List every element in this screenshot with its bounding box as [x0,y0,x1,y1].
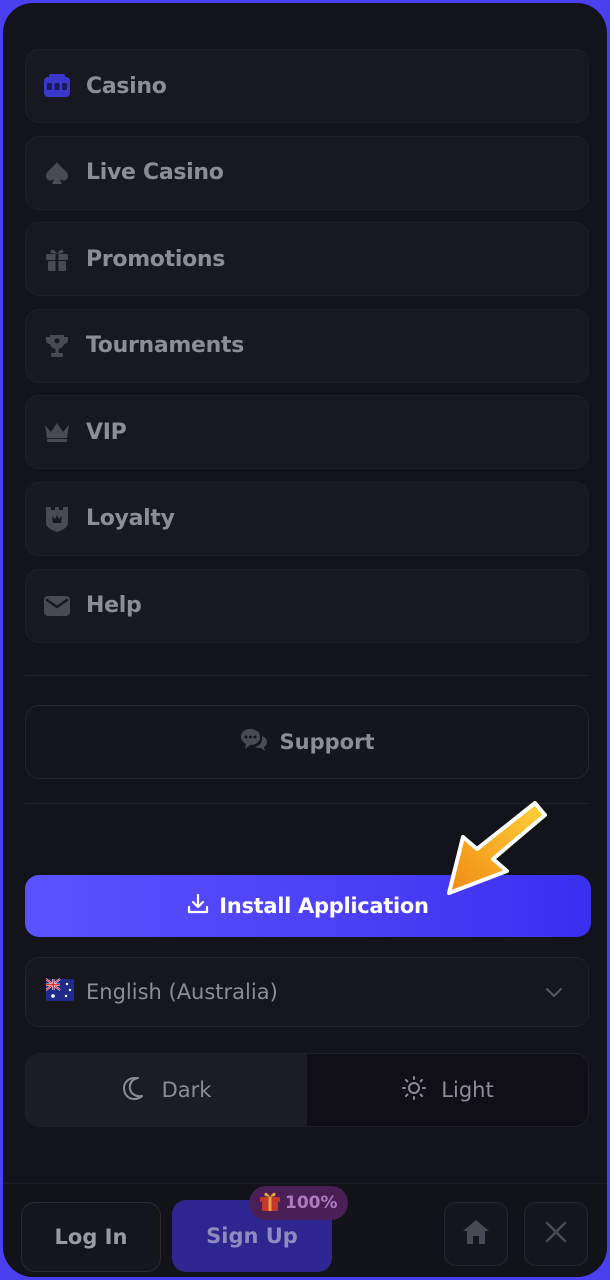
language-label: English (Australia) [86,980,278,1004]
trophy-icon [42,331,72,361]
theme-light-label: Light [441,1078,494,1102]
support-label: Support [279,730,375,754]
menu-item-label: Casino [86,73,167,99]
bonus-badge: 100% [249,1186,348,1220]
menu-item-help[interactable]: Help [25,568,589,643]
theme-light-option[interactable]: Light [307,1054,588,1126]
menu-item-loyalty[interactable]: Loyalty [25,481,589,556]
theme-dark-option[interactable]: Dark [26,1054,307,1126]
theme-dark-label: Dark [161,1078,212,1102]
menu-item-label: Tournaments [86,333,245,359]
log-in-button[interactable]: Log In [21,1202,161,1272]
home-icon [461,1218,491,1250]
spade-icon [42,158,72,188]
menu-item-promotions[interactable]: Promotions [25,222,589,297]
menu-item-live-casino[interactable]: Live Casino [25,135,589,210]
slot-machine-icon [42,71,72,101]
castle-badge-icon [42,504,72,534]
gift-icon [259,1190,281,1216]
close-icon [543,1219,569,1249]
menu-item-label: Live Casino [86,160,224,186]
sign-up-label: Sign Up [206,1224,298,1248]
home-button[interactable] [444,1202,508,1266]
envelope-icon [42,591,72,621]
menu-item-vip[interactable]: VIP [25,395,589,470]
close-button[interactable] [524,1202,588,1266]
download-icon [187,893,209,919]
menu-item-label: Loyalty [86,506,175,532]
menu-item-label: Help [86,593,142,619]
chat-bubbles-icon [240,727,268,757]
crown-icon [42,417,72,447]
log-in-label: Log In [54,1225,128,1249]
chevron-down-icon [544,984,564,1003]
menu-item-tournaments[interactable]: Tournaments [25,308,589,383]
bottom-bar: Log In Sign Up 100% [3,1183,607,1277]
menu-item-label: Promotions [86,246,226,272]
sun-icon [401,1075,427,1105]
moon-icon [122,1075,148,1105]
pointer-arrow-icon [441,797,553,905]
menu-item-label: VIP [86,419,127,445]
divider [25,675,589,676]
mobile-menu-panel: Casino Live Casino Promotions Tournament… [3,3,607,1277]
australia-flag-icon [45,976,74,1008]
main-menu: Casino Live Casino Promotions Tournament… [25,49,589,655]
menu-item-casino[interactable]: Casino [25,49,589,123]
gift-icon [42,244,72,274]
install-application-label: Install Application [219,894,429,918]
theme-switcher: Dark Light [25,1053,589,1127]
support-button[interactable]: Support [25,705,589,779]
bonus-badge-label: 100% [285,1193,338,1213]
language-selector[interactable]: English (Australia) [25,957,589,1027]
